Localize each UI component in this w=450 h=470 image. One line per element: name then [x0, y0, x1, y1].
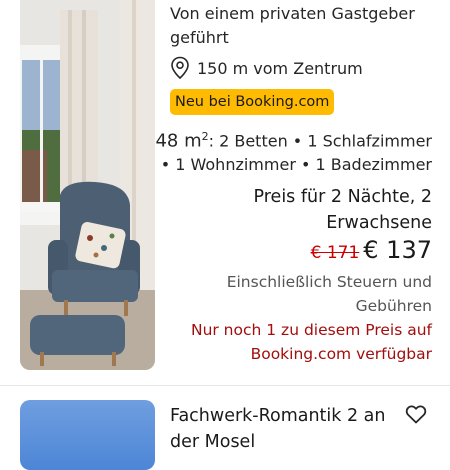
- taxes-note: Einschließlich Steuern und Gebühren: [226, 273, 432, 315]
- listing-photo[interactable]: [20, 0, 155, 370]
- beds-bedrooms: : 2 Betten • 1 Schlafzimmer: [208, 131, 432, 151]
- new-on-booking-badge: Neu bei Booking.com: [170, 89, 335, 115]
- original-price: € 171: [310, 243, 360, 263]
- unit-size: 48 m: [155, 130, 202, 152]
- unit-size-exponent: 2: [201, 130, 209, 143]
- price-period: Preis für 2 Nächte, 2 Erwachsene: [253, 187, 433, 233]
- current-price: € 137: [363, 236, 432, 264]
- distance-text: 150 m vom Zentrum: [197, 58, 363, 78]
- divider: [0, 385, 450, 386]
- listing-photo-2[interactable]: [20, 400, 155, 470]
- map-pin-icon: [171, 56, 189, 80]
- listing-card[interactable]: Von einem privaten Gastgeber geführt 150…: [0, 0, 450, 385]
- price-row: € 171 € 137: [311, 236, 432, 264]
- distance-row: 150 m vom Zentrum: [170, 56, 363, 80]
- host-info: Von einem privaten Gastgeber geführt: [170, 4, 415, 47]
- heart-outline-icon[interactable]: [404, 402, 428, 426]
- room-details-line-1: 48 m2: 2 Betten • 1 Schlafzimmer: [155, 124, 432, 154]
- availability-warning: Nur noch 1 zu diesem Preis auf Booking.c…: [190, 321, 432, 363]
- listing-title-2[interactable]: Fachwerk-Romantik 2 an der Mosel: [170, 403, 395, 455]
- room-details-line-2: • 1 Wohnzimmer • 1 Badezimmer: [160, 155, 432, 174]
